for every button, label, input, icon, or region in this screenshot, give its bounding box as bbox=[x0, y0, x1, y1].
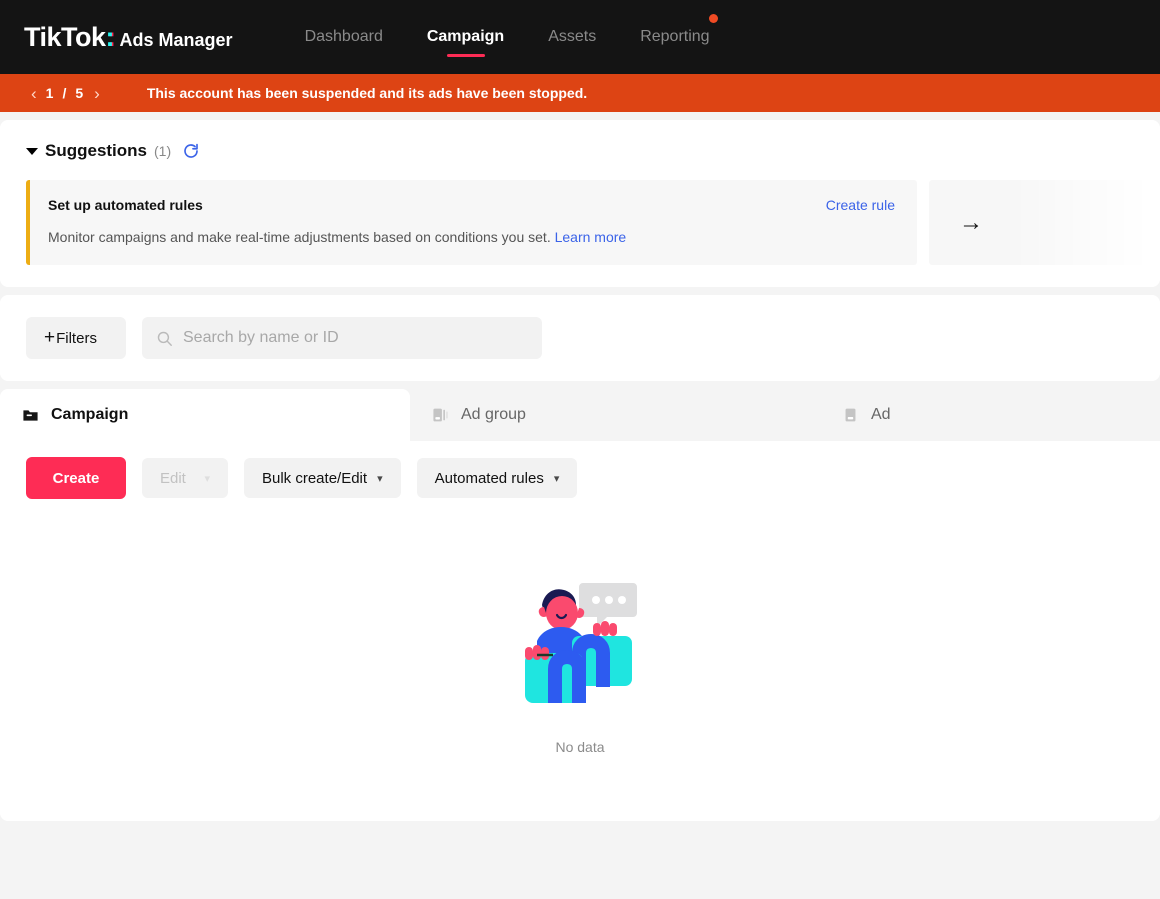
suggestion-item[interactable]: Set up automated rules Monitor campaigns… bbox=[26, 180, 917, 265]
suggestions-card: Suggestions (1) Set up automated rules M… bbox=[0, 120, 1160, 287]
bulk-create-edit-button[interactable]: Bulk create/Edit ▾ bbox=[244, 458, 401, 498]
nav-item-dashboard[interactable]: Dashboard bbox=[283, 0, 405, 74]
edit-button[interactable]: Edit ▾ bbox=[142, 458, 228, 498]
tab-label-ad: Ad bbox=[871, 406, 891, 423]
filters-button[interactable]: + Filters bbox=[26, 317, 126, 359]
refresh-icon[interactable] bbox=[182, 142, 200, 160]
chevron-down-icon: ▾ bbox=[377, 472, 383, 485]
nav-label-dashboard: Dashboard bbox=[304, 28, 383, 45]
bulk-create-edit-label: Bulk create/Edit bbox=[262, 469, 368, 487]
suggestion-next-card[interactable]: → bbox=[929, 180, 1160, 265]
nav-item-campaign[interactable]: Campaign bbox=[405, 0, 526, 74]
chevron-left-icon[interactable]: ‹ bbox=[22, 85, 46, 102]
adgroup-stack-icon bbox=[433, 408, 448, 422]
tiktok-ads-manager-logo[interactable]: TikTok: Ads Manager bbox=[24, 22, 233, 53]
ad-card-icon bbox=[845, 408, 856, 422]
page-body: Suggestions (1) Set up automated rules M… bbox=[0, 120, 1160, 821]
plus-icon: + bbox=[44, 327, 56, 348]
table-toolbar: Create Edit ▾ Bulk create/Edit ▾ Automat… bbox=[0, 441, 1160, 499]
learn-more-link[interactable]: Learn more bbox=[555, 229, 627, 245]
nav-label-assets: Assets bbox=[548, 28, 597, 45]
filter-bar-card: + Filters bbox=[0, 295, 1160, 381]
suggestion-description: Monitor campaigns and make real-time adj… bbox=[48, 229, 895, 245]
create-button[interactable]: Create bbox=[26, 457, 126, 499]
suggestion-description-text: Monitor campaigns and make real-time adj… bbox=[48, 229, 551, 245]
logo-ads-manager-text: Ads Manager bbox=[119, 29, 233, 50]
suggestion-title: Set up automated rules bbox=[48, 197, 203, 213]
search-box[interactable] bbox=[142, 317, 542, 359]
automated-rules-button[interactable]: Automated rules ▾ bbox=[416, 458, 578, 498]
automated-rules-label: Automated rules bbox=[434, 469, 544, 487]
nav-label-reporting: Reporting bbox=[640, 28, 710, 45]
chevron-down-icon: ▾ bbox=[204, 472, 210, 485]
tab-label-campaign: Campaign bbox=[51, 406, 129, 423]
edit-button-label: Edit bbox=[160, 469, 186, 487]
chevron-down-icon: ▾ bbox=[553, 472, 560, 485]
create-button-label: Create bbox=[52, 469, 100, 487]
logo-colon: : bbox=[105, 21, 115, 52]
search-icon bbox=[157, 331, 172, 346]
account-suspended-banner: ‹ 1 / 5 › This account has been suspende… bbox=[0, 74, 1160, 112]
nav-item-assets[interactable]: Assets bbox=[526, 0, 618, 74]
suggestions-header: Suggestions (1) bbox=[0, 136, 1160, 166]
folder-icon bbox=[23, 410, 38, 421]
filters-button-label: Filters bbox=[56, 329, 97, 347]
logo-tiktok-text: TikTok bbox=[24, 21, 106, 52]
tab-campaign[interactable]: Campaign bbox=[0, 389, 410, 441]
chevron-right-icon[interactable]: › bbox=[85, 85, 109, 102]
campaign-table-card: Campaign Ad group Ad Create Edit ▾ Bulk … bbox=[0, 389, 1160, 821]
suggestions-title: Suggestions bbox=[45, 141, 148, 160]
empty-state-text: No data bbox=[555, 739, 605, 755]
banner-message: This account has been suspended and its … bbox=[146, 85, 588, 101]
entity-tabs: Campaign Ad group Ad bbox=[0, 389, 1160, 441]
nav-label-campaign: Campaign bbox=[426, 28, 505, 45]
suggestions-carousel: Set up automated rules Monitor campaigns… bbox=[0, 180, 1160, 265]
suggestions-count: (1) bbox=[154, 143, 172, 159]
tab-label-ad-group: Ad group bbox=[461, 406, 526, 423]
arrow-right-icon[interactable]: → bbox=[959, 210, 983, 235]
banner-current-page: 1 bbox=[45, 85, 56, 101]
nav-item-reporting[interactable]: Reporting bbox=[618, 0, 731, 74]
main-nav-links: Dashboard Campaign Assets Reporting bbox=[283, 0, 732, 74]
collapse-caret-icon[interactable] bbox=[26, 147, 38, 155]
empty-state: No data bbox=[0, 499, 1160, 755]
tab-ad[interactable]: Ad bbox=[820, 389, 1160, 441]
no-data-illustration bbox=[525, 583, 637, 703]
tab-ad-group[interactable]: Ad group bbox=[410, 389, 820, 441]
banner-total-pages: 5 bbox=[75, 85, 86, 101]
notification-dot-icon bbox=[708, 14, 718, 23]
create-rule-link[interactable]: Create rule bbox=[826, 197, 895, 213]
top-navigation-bar: TikTok: Ads Manager Dashboard Campaign A… bbox=[0, 0, 1160, 74]
banner-separator: / bbox=[62, 85, 69, 101]
search-input[interactable] bbox=[183, 329, 528, 347]
